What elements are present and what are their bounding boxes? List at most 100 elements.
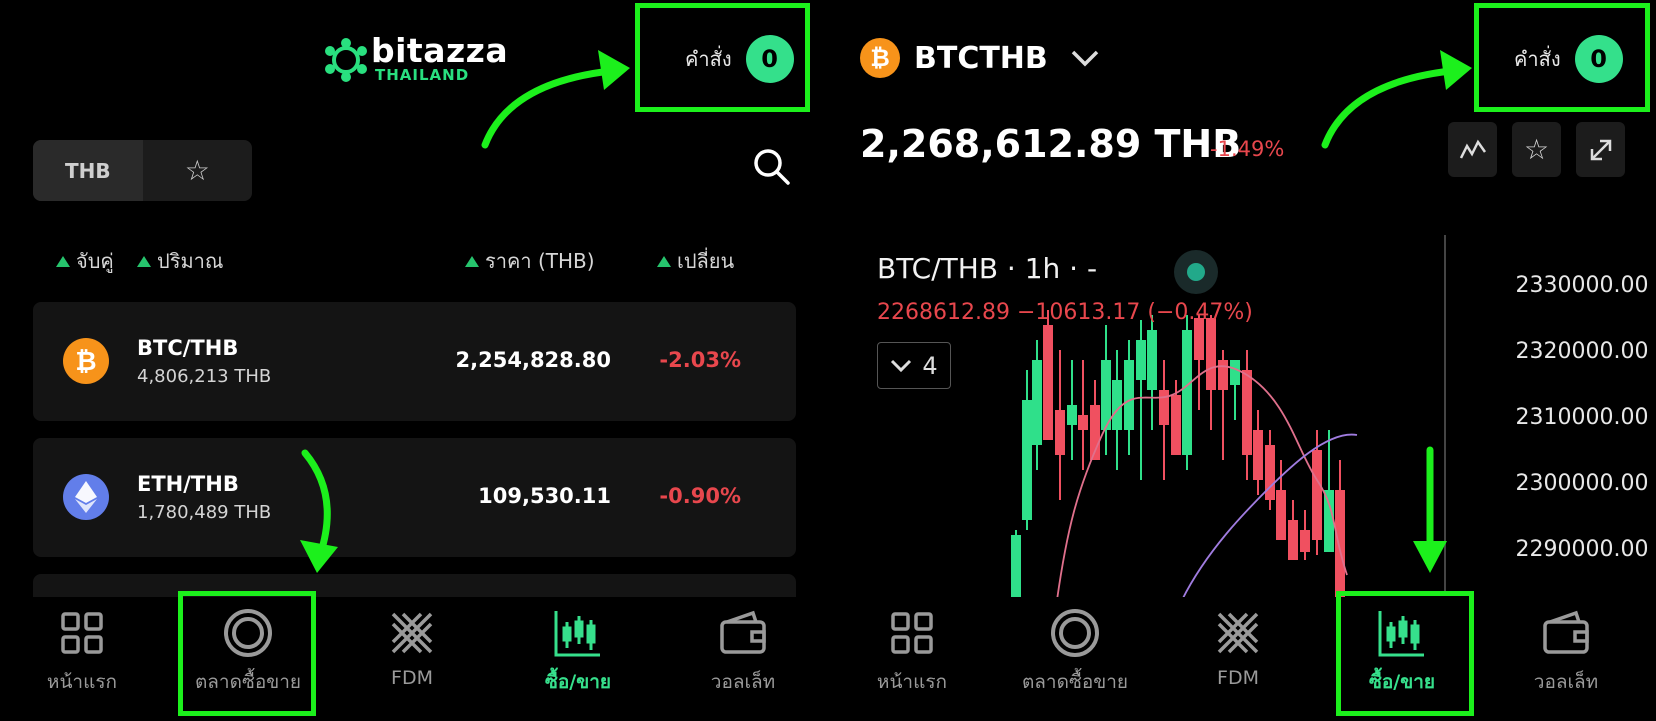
nav-fdm[interactable]: FDM (342, 607, 482, 689)
nav-fdm-label: FDM (1217, 667, 1259, 689)
candle-body (1147, 330, 1157, 390)
row-pair: ETH/THB (137, 472, 239, 496)
bitcoin-icon: ₿ (63, 338, 109, 384)
row-price: 2,254,828.80 (455, 348, 611, 372)
row-volume: 1,780,489 THB (137, 502, 272, 523)
candle-body (1242, 370, 1252, 455)
expand-button[interactable] (1576, 122, 1625, 177)
market-list-screen: bitazza THAILAND คำสั่ง 0 THB ☆ จับคู่ ป… (0, 0, 815, 721)
nav-home[interactable]: หน้าแรก (842, 607, 982, 697)
nav-fdm-label: FDM (391, 667, 433, 689)
price-change-percent: -1.49% (1210, 137, 1285, 161)
annotation-arrow-trade (1413, 446, 1447, 573)
market-status-indicator (1174, 250, 1218, 294)
highlight-box-trade (1336, 591, 1474, 716)
sort-asc-icon (657, 255, 671, 267)
candle-body (1335, 490, 1345, 600)
chevron-down-icon (1071, 50, 1099, 67)
candle-body (1124, 360, 1134, 430)
y-axis-tick: 2290000.00 (1515, 537, 1649, 562)
nav-trade[interactable]: ซื้อ/ขาย (508, 607, 648, 697)
tab-thb-label: THB (64, 158, 111, 183)
nav-wallet[interactable]: วอลเล็ท (1496, 607, 1636, 697)
y-axis-tick: 2320000.00 (1515, 339, 1649, 364)
highlight-box-market (178, 591, 316, 716)
nav-home[interactable]: หน้าแรก (12, 607, 152, 697)
row-pair: BTC/THB (137, 336, 239, 360)
last-price: 2,268,612.89 THB (860, 122, 1242, 166)
candle-body (1136, 340, 1146, 380)
indicator-icon (1459, 139, 1486, 159)
candle-body (1312, 450, 1322, 540)
symbol-selector[interactable]: ₿ BTCTHB (860, 38, 1100, 78)
search-icon[interactable] (752, 147, 792, 187)
column-pair-label: จับคู่ (76, 249, 114, 273)
candle-body (1230, 360, 1240, 385)
column-header-change[interactable]: เปลี่ยน (657, 245, 734, 277)
grid-icon (842, 607, 982, 659)
column-header-volume[interactable]: ปริมาณ (137, 245, 223, 277)
candle-body (1159, 390, 1169, 425)
sort-asc-icon (465, 255, 479, 267)
status-dot (1187, 263, 1205, 281)
fdm-icon (1168, 607, 1308, 659)
nav-market[interactable]: ตลาดซื้อขาย (1005, 607, 1145, 697)
bottom-nav: หน้าแรก ตลาดซื้อขาย FDM ซื้อ/ขาย วอลเล็ท (827, 597, 1656, 721)
candle-body (1300, 530, 1310, 552)
bottom-nav: หน้าแรก ตลาดซื้อขาย FDM ซื้อ/ขาย วอลเล็ท (0, 597, 815, 721)
candle-body (1055, 410, 1065, 455)
table-row[interactable]: ₿ BTC/THB 4,806,213 THB 2,254,828.80 -2.… (33, 302, 796, 421)
highlight-box-orders (1474, 3, 1650, 112)
candlestick-icon (508, 607, 648, 659)
nav-wallet-label: วอลเล็ท (1533, 671, 1599, 693)
chevron-down-icon (891, 359, 912, 372)
star-icon: ☆ (1523, 133, 1550, 166)
candle-body (1288, 520, 1298, 560)
column-volume-label: ปริมาณ (157, 249, 224, 273)
candle-body (1043, 325, 1053, 440)
row-change: -2.03% (659, 348, 741, 372)
indicator-count: 4 (922, 351, 938, 380)
grid-icon (12, 607, 152, 659)
candle-body (1218, 360, 1228, 390)
column-header-pair[interactable]: จับคู่ (56, 245, 114, 277)
chart-title: BTC/THB · 1h · - (877, 252, 1098, 285)
favorite-button[interactable]: ☆ (1512, 122, 1561, 177)
column-header-price[interactable]: ราคา (THB) (465, 245, 595, 277)
nav-market-label: ตลาดซื้อขาย (1021, 671, 1129, 693)
y-axis-tick: 2330000.00 (1515, 273, 1649, 298)
wallet-icon (1496, 607, 1636, 659)
indicator-button[interactable] (1448, 122, 1497, 177)
wallet-icon (673, 607, 813, 659)
candle-body (1182, 330, 1192, 455)
expand-icon (1590, 139, 1611, 160)
bitazza-logo-icon (325, 38, 367, 82)
candle-body (1022, 400, 1032, 520)
highlight-box-orders (635, 3, 810, 112)
candle-body (1078, 415, 1088, 430)
candle-body (1067, 405, 1077, 425)
chart-ohlc-values: 2268612.89 −10613.17 (−0.47%) (877, 300, 1253, 325)
candle-body (1253, 430, 1263, 480)
nav-home-label: หน้าแรก (876, 671, 948, 693)
column-price-label: ราคา (THB) (485, 249, 595, 273)
nav-home-label: หน้าแรก (46, 671, 118, 693)
ethereum-glyph (75, 481, 97, 513)
nav-wallet[interactable]: วอลเล็ท (673, 607, 813, 697)
candle-body (1011, 535, 1021, 600)
nav-trade-label: ซื้อ/ขาย (544, 671, 612, 693)
tab-favorites[interactable]: ☆ (143, 140, 253, 201)
row-change: -0.90% (659, 484, 741, 508)
price-chart[interactable]: 2330000.00 2320000.00 2310000.00 2300000… (827, 230, 1656, 600)
annotation-arrow-orders (481, 50, 630, 149)
y-axis-tick: 2310000.00 (1515, 405, 1649, 430)
candle-body (1112, 380, 1122, 430)
sort-asc-icon (137, 255, 151, 267)
nav-wallet-label: วอลเล็ท (710, 671, 776, 693)
nav-fdm[interactable]: FDM (1168, 607, 1308, 689)
y-axis-tick: 2300000.00 (1515, 471, 1649, 496)
tab-thb[interactable]: THB (33, 140, 143, 201)
table-row[interactable]: ETH/THB 1,780,489 THB 109,530.11 -0.90% (33, 438, 796, 557)
row-price: 109,530.11 (478, 484, 611, 508)
indicators-collapse-button[interactable]: 4 (877, 342, 951, 389)
